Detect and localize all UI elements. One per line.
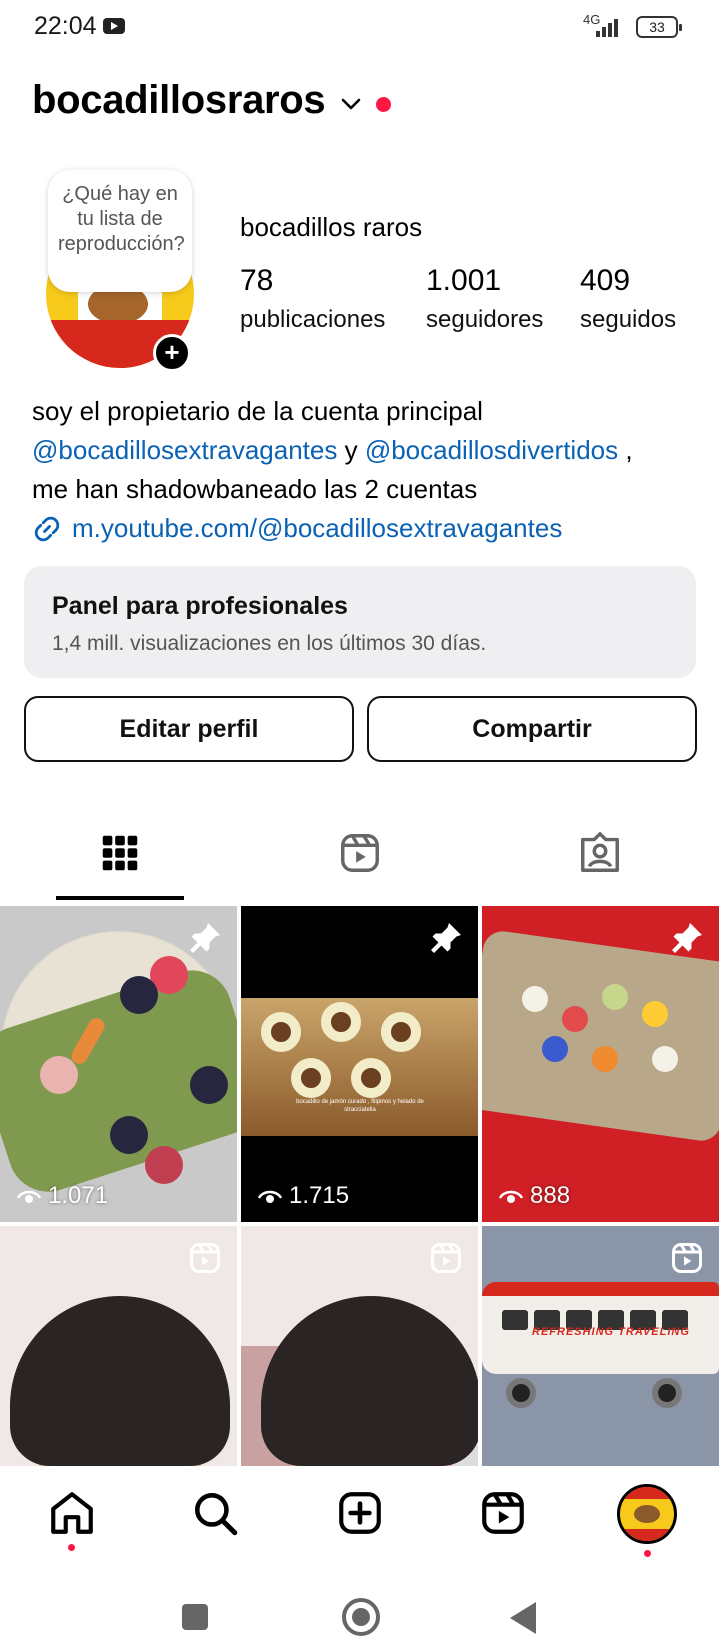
post-image-hair [10, 1296, 230, 1466]
reel-icon [672, 1243, 702, 1273]
play-views-icon [16, 1190, 42, 1203]
recent-apps-icon[interactable] [182, 1604, 208, 1630]
status-time: 22:04 [34, 12, 97, 40]
bottom-navigation [0, 1466, 720, 1574]
post-thumbnail[interactable]: REFRESHING TRAVELING [482, 1226, 719, 1466]
profile-activity-dot [644, 1550, 651, 1557]
active-tab-indicator [56, 896, 184, 900]
profile-nav-avatar[interactable] [617, 1484, 677, 1544]
post-thumbnail[interactable] [241, 1226, 478, 1466]
professional-dashboard[interactable]: Panel para profesionales 1,4 mill. visua… [24, 566, 696, 678]
profile-full-name: bocadillos raros [240, 212, 423, 242]
pin-icon [431, 923, 461, 953]
home-activity-dot [68, 1544, 75, 1551]
stat-label: seguidores [426, 306, 544, 333]
post-thumbnail[interactable]: 1.071 [0, 906, 237, 1222]
dashboard-title: Panel para profesionales [52, 592, 348, 620]
post-image [241, 998, 478, 1136]
bio-line: @bocadillosextravagantes y @bocadillosdi… [32, 431, 692, 470]
bio-comma: , [618, 435, 633, 465]
post-caption: bocadillo de jamón curado , filipinos y … [296, 1099, 424, 1113]
view-count: 1.715 [257, 1182, 349, 1210]
stat-count: 1.001 [426, 264, 502, 297]
stat-label: seguidos [580, 306, 677, 333]
notification-dot [376, 97, 391, 112]
view-count: 1.071 [16, 1182, 108, 1210]
note-bubble[interactable]: ¿Qué hay en tu lista de reproducción? [48, 170, 192, 292]
bio-line: me han shadowbaneado las 2 cuentas [32, 474, 478, 504]
edit-profile-button[interactable]: Editar perfil [24, 696, 354, 762]
bio-connector: y [337, 435, 365, 465]
bio-line: soy el propietario de la cuenta principa… [32, 396, 483, 426]
stat-posts[interactable]: 78 publicaciones [240, 264, 385, 334]
share-profile-button[interactable]: Compartir [367, 696, 697, 762]
stat-label: publicaciones [240, 306, 386, 333]
profile-bio: soy el propietario de la cuenta principa… [32, 392, 692, 548]
note-text: ¿Qué hay en tu lista de reproducción? [58, 183, 185, 255]
stat-count: 409 [580, 264, 631, 297]
stat-followers[interactable]: 1.001 seguidores [426, 264, 543, 334]
account-username[interactable]: bocadillosraros [32, 78, 326, 123]
pin-icon [672, 923, 702, 953]
search-icon[interactable] [190, 1488, 240, 1538]
grid-icon [102, 835, 138, 871]
view-count-text: 888 [530, 1182, 571, 1209]
bio-external-link[interactable]: m.youtube.com/@bocadillosextravagantes [32, 509, 692, 548]
pin-icon [190, 923, 220, 953]
tab-tagged[interactable] [480, 820, 720, 902]
tagged-person-icon [581, 832, 619, 872]
status-bar: 22:04 4G 33 [0, 0, 720, 56]
stat-following[interactable]: 409 seguidos [580, 264, 676, 334]
tab-grid[interactable] [0, 820, 240, 902]
link-text: m.youtube.com/@bocadillosextravagantes [72, 513, 563, 543]
view-count-text: 1.071 [48, 1182, 109, 1209]
reel-icon [431, 1243, 461, 1273]
system-navigation-bar [0, 1574, 720, 1650]
play-views-icon [498, 1190, 524, 1203]
youtube-notification-icon [103, 18, 125, 34]
home-icon[interactable] [47, 1488, 97, 1538]
post-thumbnail[interactable]: 888 [482, 906, 719, 1222]
stat-count: 78 [240, 264, 274, 297]
back-triangle-icon[interactable] [510, 1602, 536, 1634]
reel-icon [190, 1243, 220, 1273]
reels-icon[interactable] [478, 1488, 528, 1538]
post-thumbnail[interactable]: bocadillo de jamón curado , filipinos y … [241, 906, 478, 1222]
create-post-icon[interactable] [335, 1488, 385, 1538]
bus-label-text: REFRESHING TRAVELING [532, 1326, 690, 1338]
play-views-icon [257, 1190, 283, 1203]
tab-reels[interactable] [240, 820, 480, 902]
post-image: REFRESHING TRAVELING [482, 1282, 719, 1408]
post-image [482, 928, 719, 1144]
post-image-hair [261, 1296, 478, 1466]
mention-link[interactable]: @bocadillosdivertidos [365, 435, 618, 465]
view-count-text: 1.715 [289, 1182, 350, 1209]
mention-link[interactable]: @bocadillosextravagantes [32, 435, 337, 465]
view-count: 888 [498, 1182, 570, 1210]
post-thumbnail[interactable] [0, 1226, 237, 1466]
dashboard-subtitle: 1,4 mill. visualizaciones en los últimos… [52, 632, 487, 655]
home-circle-icon[interactable] [342, 1598, 380, 1636]
add-story-plus-icon[interactable]: + [153, 334, 191, 372]
reels-icon [341, 834, 379, 872]
chevron-down-icon[interactable] [339, 92, 363, 116]
signal-icon [596, 17, 626, 37]
link-icon [34, 516, 60, 541]
battery-icon: 33 [636, 16, 682, 38]
